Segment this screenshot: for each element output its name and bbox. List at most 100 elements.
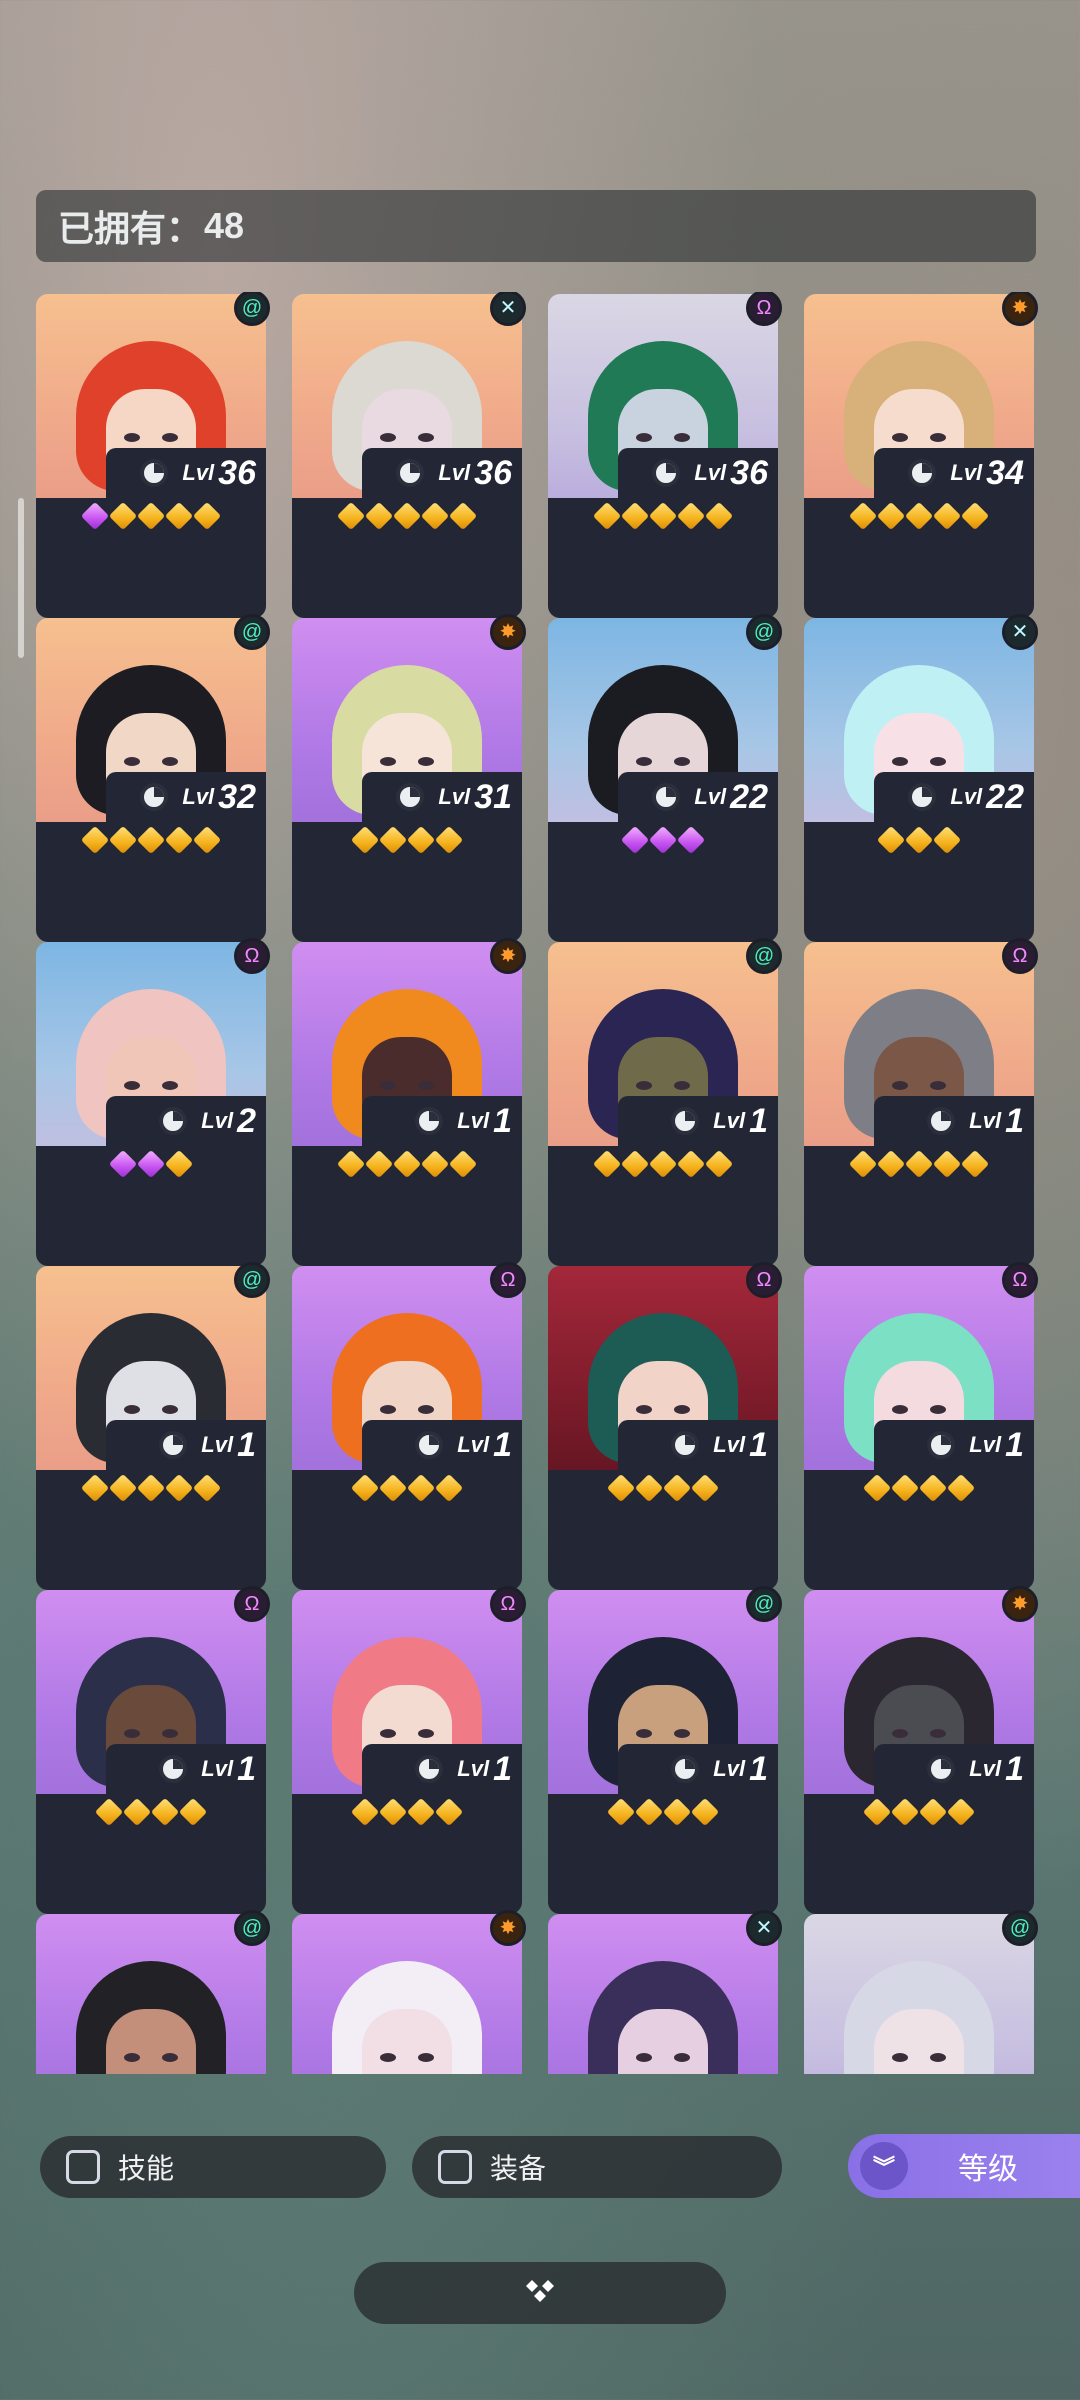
progress-dial-icon <box>927 1431 956 1459</box>
hero-card[interactable]: Ω Lvl 1 <box>804 1262 1038 1590</box>
star-rating <box>548 825 778 855</box>
gold-gem-icon <box>420 1149 450 1179</box>
hero-figure <box>844 1961 994 2074</box>
sort-by-level-button[interactable]: ︾ 等级 <box>848 2134 1080 2198</box>
sun-icon: ✸ <box>490 614 526 650</box>
hero-info-panel: Lvl 1 <box>548 1420 778 1590</box>
hero-card[interactable]: @ <box>804 1910 1038 2074</box>
gold-gem-icon <box>108 501 138 531</box>
swirl-icon: @ <box>234 614 270 650</box>
gold-gem-icon <box>406 1473 436 1503</box>
progress-dial-icon <box>159 1107 188 1135</box>
hero-card[interactable]: @ Lvl 1 <box>36 1262 270 1590</box>
hero-info-panel: Lvl 1 <box>548 1096 778 1266</box>
gold-gem-icon <box>932 825 962 855</box>
purple-gem-icon <box>80 501 110 531</box>
gold-gem-icon <box>848 501 878 531</box>
level-value: 36 <box>474 453 512 492</box>
gold-gem-icon <box>406 1797 436 1827</box>
hero-card[interactable]: @ Lvl 1 <box>548 938 782 1266</box>
hero-card[interactable]: ✕ Lvl 22 <box>804 614 1038 942</box>
level-label: Lvl <box>457 1432 490 1457</box>
gold-gem-icon <box>192 1473 222 1503</box>
level-label: Lvl <box>201 1756 234 1781</box>
hero-card[interactable]: Ω Lvl 1 <box>548 1262 782 1590</box>
gold-gem-icon <box>378 1797 408 1827</box>
level-label: Lvl <box>969 1108 1002 1133</box>
hero-card[interactable]: ✸ Lvl 1 <box>804 1586 1038 1914</box>
level-value: 1 <box>1005 1425 1024 1464</box>
gold-gem-icon <box>634 1797 664 1827</box>
hero-card[interactable]: Ω Lvl 1 <box>292 1262 526 1590</box>
level-row: Lvl 36 <box>652 448 768 498</box>
star-rating <box>804 501 1034 531</box>
gold-gem-icon <box>420 501 450 531</box>
gold-gem-icon <box>434 1797 464 1827</box>
gold-gem-icon <box>904 501 934 531</box>
gold-gem-icon <box>676 501 706 531</box>
gold-gem-icon <box>80 825 110 855</box>
skill-checkbox[interactable] <box>66 2150 100 2184</box>
purple-gem-icon <box>648 825 678 855</box>
progress-dial-icon <box>671 1755 700 1783</box>
hero-card[interactable]: @ Lvl 32 <box>36 614 270 942</box>
hero-card[interactable]: ✕ <box>548 1910 782 2074</box>
gold-gem-icon <box>946 1473 976 1503</box>
omega-icon: Ω <box>1002 1262 1038 1298</box>
star-rating <box>548 1473 778 1503</box>
gold-gem-icon <box>178 1797 208 1827</box>
hero-card[interactable]: Ω Lvl 1 <box>36 1586 270 1914</box>
hero-card[interactable]: ✸ <box>292 1910 526 2074</box>
gold-gem-icon <box>392 501 422 531</box>
level-label: Lvl <box>201 1108 234 1133</box>
gold-gem-icon <box>336 501 366 531</box>
hero-grid-viewport[interactable]: @ Lvl 36 ✕ Lvl 36 Ω Lvl 36 ✸ Lvl 34 @ Lvl 32 ✸ Lvl 31 @ Lvl… <box>0 292 1080 2074</box>
hero-card[interactable]: ✸ Lvl 34 <box>804 292 1038 618</box>
hero-card[interactable]: Ω Lvl 1 <box>804 938 1038 1266</box>
hero-card[interactable]: @ Lvl 22 <box>548 614 782 942</box>
hero-card[interactable]: Ω Lvl 2 <box>36 938 270 1266</box>
skill-filter-toggle[interactable]: 技能 <box>40 2136 386 2198</box>
hero-portrait <box>292 1914 522 2074</box>
hero-card[interactable]: ✕ Lvl 36 <box>292 292 526 618</box>
swirl-icon: @ <box>746 938 782 974</box>
level-row: Lvl 1 <box>927 1744 1024 1794</box>
hero-info-panel: Lvl 1 <box>36 1420 266 1590</box>
gold-gem-icon <box>690 1797 720 1827</box>
hero-card[interactable]: ✸ Lvl 31 <box>292 614 526 942</box>
equip-checkbox[interactable] <box>438 2150 472 2184</box>
equip-filter-toggle[interactable]: 装备 <box>412 2136 782 2198</box>
gold-gem-icon <box>136 825 166 855</box>
progress-dial-icon <box>140 783 169 811</box>
level-value: 2 <box>237 1101 256 1140</box>
collapse-button[interactable] <box>354 2262 726 2324</box>
hero-card[interactable]: @ Lvl 36 <box>36 292 270 618</box>
gold-gem-icon <box>932 501 962 531</box>
gold-gem-icon <box>890 1473 920 1503</box>
star-rating <box>36 1797 266 1827</box>
level-row: Lvl 1 <box>415 1744 512 1794</box>
level-label: Lvl <box>694 460 727 485</box>
hero-card[interactable]: ✸ Lvl 1 <box>292 938 526 1266</box>
filter-bar: 技能 装备 ︾ 等级 <box>0 2134 1080 2206</box>
level-row: Lvl 1 <box>927 1420 1024 1470</box>
gold-gem-icon <box>890 1797 920 1827</box>
sun-icon: ✸ <box>1002 1586 1038 1622</box>
hero-card[interactable]: Ω Lvl 1 <box>292 1586 526 1914</box>
hero-card[interactable]: @ Lvl 1 <box>548 1586 782 1914</box>
level-value: 36 <box>730 453 768 492</box>
level-value: 1 <box>1005 1101 1024 1140</box>
level-row: Lvl 36 <box>140 448 256 498</box>
hero-card[interactable]: @ <box>36 1910 270 2074</box>
gold-gem-icon <box>592 1149 622 1179</box>
gold-gem-icon <box>876 1149 906 1179</box>
purple-gem-icon <box>676 825 706 855</box>
progress-dial-icon <box>652 783 681 811</box>
gold-gem-icon <box>192 825 222 855</box>
gold-gem-icon <box>592 501 622 531</box>
level-row: Lvl 1 <box>159 1420 256 1470</box>
hero-card[interactable]: Ω Lvl 36 <box>548 292 782 618</box>
owned-label: 已拥有： <box>58 208 203 249</box>
gold-gem-icon <box>164 501 194 531</box>
gold-gem-icon <box>122 1797 152 1827</box>
